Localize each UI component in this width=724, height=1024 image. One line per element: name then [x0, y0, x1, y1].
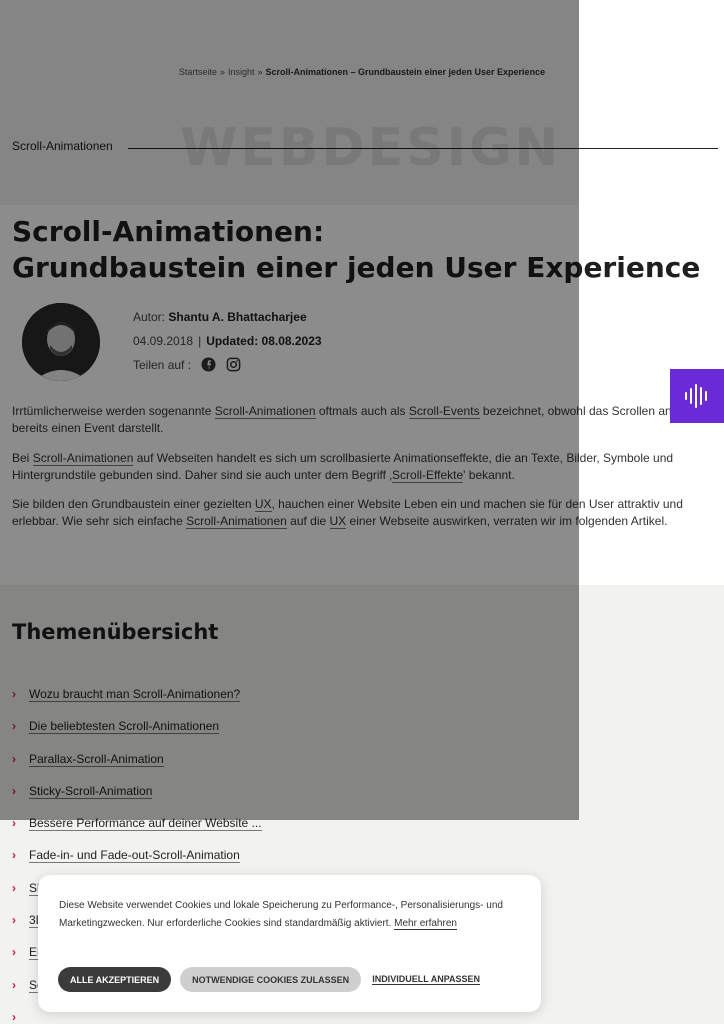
chevron-right-icon: ›	[12, 848, 16, 863]
intro-paragraph-2: Bei Scroll-Animationen auf Webseiten han…	[12, 450, 714, 484]
breadcrumb-current: Scroll-Animationen – Grundbaustein einer…	[265, 67, 546, 77]
instagram-icon[interactable]	[226, 357, 241, 372]
chevron-right-icon: ›	[12, 687, 16, 701]
toc-item[interactable]: › Die beliebtesten Scroll-Animationen	[12, 718, 262, 750]
intro-paragraph-1: Irrtümlicherweise werden sogenannte Scro…	[12, 403, 714, 437]
date-divider: |	[198, 334, 202, 348]
necessary-cookies-button[interactable]: NOTWENDIGE COOKIES ZULASSEN	[180, 967, 362, 992]
author-line: Autor: Shantu A. Bhattacharjee	[133, 310, 307, 324]
share-row: Teilen auf :	[133, 357, 241, 372]
link-scroll-animationen[interactable]: Scroll-Animationen	[186, 514, 287, 529]
chevron-right-icon: ›	[12, 1009, 16, 1024]
breadcrumb-separator: »	[257, 67, 263, 77]
intro-text: Irrtümlicherweise werden sogenannte	[12, 404, 215, 418]
toc-link: Wozu braucht man Scroll-Animationen?	[29, 686, 241, 702]
category-divider	[128, 148, 718, 149]
customize-button[interactable]: INDIVIDUELL ANPASSEN	[372, 974, 481, 985]
breadcrumb-insight[interactable]: Insight	[228, 67, 255, 77]
author-label: Autor:	[133, 310, 166, 324]
facebook-icon[interactable]	[201, 357, 216, 372]
link-ux[interactable]: UX	[254, 497, 272, 512]
category-row: WEBDESIGN Scroll-Animationen	[12, 118, 718, 178]
link-ux[interactable]: UX	[329, 514, 347, 529]
intro-text: einer Webseite auswirken, verraten wir i…	[346, 514, 668, 528]
toc-title: Themenübersicht	[12, 620, 219, 644]
publish-date: 04.09.2018	[133, 334, 194, 348]
chevron-right-icon: ›	[12, 816, 16, 831]
toc-link-text[interactable]: Parallax-Scroll-Animation	[29, 751, 164, 767]
toc-link: Fade-in- und Fade-out-Scroll-Animation	[29, 847, 240, 864]
chevron-right-icon: ›	[12, 783, 16, 798]
intro-text: auf die	[286, 514, 330, 528]
author-name[interactable]: Shantu A. Bhattacharjee	[168, 310, 306, 324]
toc-link-text[interactable]: Bessere Performance auf deiner Website .…	[29, 816, 262, 832]
author-photo	[22, 303, 100, 381]
link-scroll-events[interactable]: Scroll-Events	[408, 404, 480, 419]
toc-link-text[interactable]: Wozu braucht man Scroll-Animationen?	[29, 687, 241, 702]
date-line: 04.09.2018 | Updated: 08.08.2023	[133, 334, 322, 348]
toc-item[interactable]: › Bessere Performance auf deiner Website …	[12, 815, 262, 847]
toc-item[interactable]: › Wozu braucht man Scroll-Animationen?	[12, 686, 262, 718]
chevron-right-icon: ›	[12, 977, 16, 992]
toc-link-text[interactable]: Die beliebtesten Scroll-Animationen	[29, 719, 220, 735]
toc-item[interactable]: › Parallax-Scroll-Animation	[12, 751, 262, 783]
page-title: Scroll-Animationen: Grundbaustein einer …	[12, 214, 712, 286]
page: Startseite» Insight» Scroll-Animationen – …	[0, 0, 724, 1024]
share-label: Teilen auf :	[133, 357, 192, 372]
category-label: Scroll-Animationen	[12, 139, 113, 153]
accept-all-button[interactable]: ALLE AKZEPTIEREN	[58, 967, 172, 992]
link-scroll-effekte[interactable]: Scroll-Effekte	[392, 468, 464, 483]
toc-link-text[interactable]: Fade-in- und Fade-out-Scroll-Animation	[29, 848, 240, 864]
audio-wave-icon	[685, 384, 707, 408]
intro-paragraph-3: Sie bilden den Grundbaustein einer gezie…	[12, 496, 714, 530]
intro-text: Sie bilden den Grundbaustein einer gezie…	[12, 497, 255, 511]
toc-link: Die beliebtesten Scroll-Animationen	[29, 718, 220, 735]
toc-link: Bessere Performance auf deiner Website .…	[29, 815, 262, 832]
author-avatar	[22, 303, 100, 381]
intro-text: Bei	[12, 451, 33, 465]
breadcrumb-home[interactable]: Startseite	[179, 67, 217, 77]
cookie-banner: Diese Website verwendet Cookies und loka…	[38, 875, 541, 1012]
page-title-line-1: Scroll-Animationen:	[12, 215, 325, 248]
intro-text: oftmals auch als	[315, 404, 409, 418]
cookie-text: Diese Website verwendet Cookies und loka…	[59, 897, 520, 933]
toc-item[interactable]: › Sticky-Scroll-Animation	[12, 783, 262, 815]
chevron-right-icon: ›	[12, 719, 16, 734]
link-scroll-animationen[interactable]: Scroll-Animationen	[32, 451, 134, 466]
updated-date: Updated: 08.08.2023	[206, 334, 322, 348]
cookie-more-link[interactable]: Mehr erfahren	[394, 918, 457, 930]
chevron-right-icon: ›	[12, 945, 16, 960]
link-scroll-animationen[interactable]: Scroll-Animationen	[214, 404, 316, 419]
intro-text: ' bekannt.	[463, 468, 515, 482]
chevron-right-icon: ›	[12, 880, 16, 895]
page-title-line-2: Grundbaustein einer jeden User Experienc…	[12, 251, 701, 284]
chevron-right-icon: ›	[12, 913, 16, 928]
breadcrumb: Startseite» Insight» Scroll-Animationen – …	[0, 67, 724, 77]
accessibility-button[interactable]	[670, 369, 724, 423]
breadcrumb-separator: »	[219, 67, 225, 77]
toc-link: Parallax-Scroll-Animation	[29, 751, 164, 767]
cookie-actions: ALLE AKZEPTIEREN NOTWENDIGE COOKIES ZULA…	[58, 967, 481, 992]
toc-link: Sticky-Scroll-Animation	[29, 783, 153, 799]
chevron-right-icon: ›	[12, 751, 16, 766]
toc-link-text[interactable]: Sticky-Scroll-Animation	[29, 783, 153, 799]
